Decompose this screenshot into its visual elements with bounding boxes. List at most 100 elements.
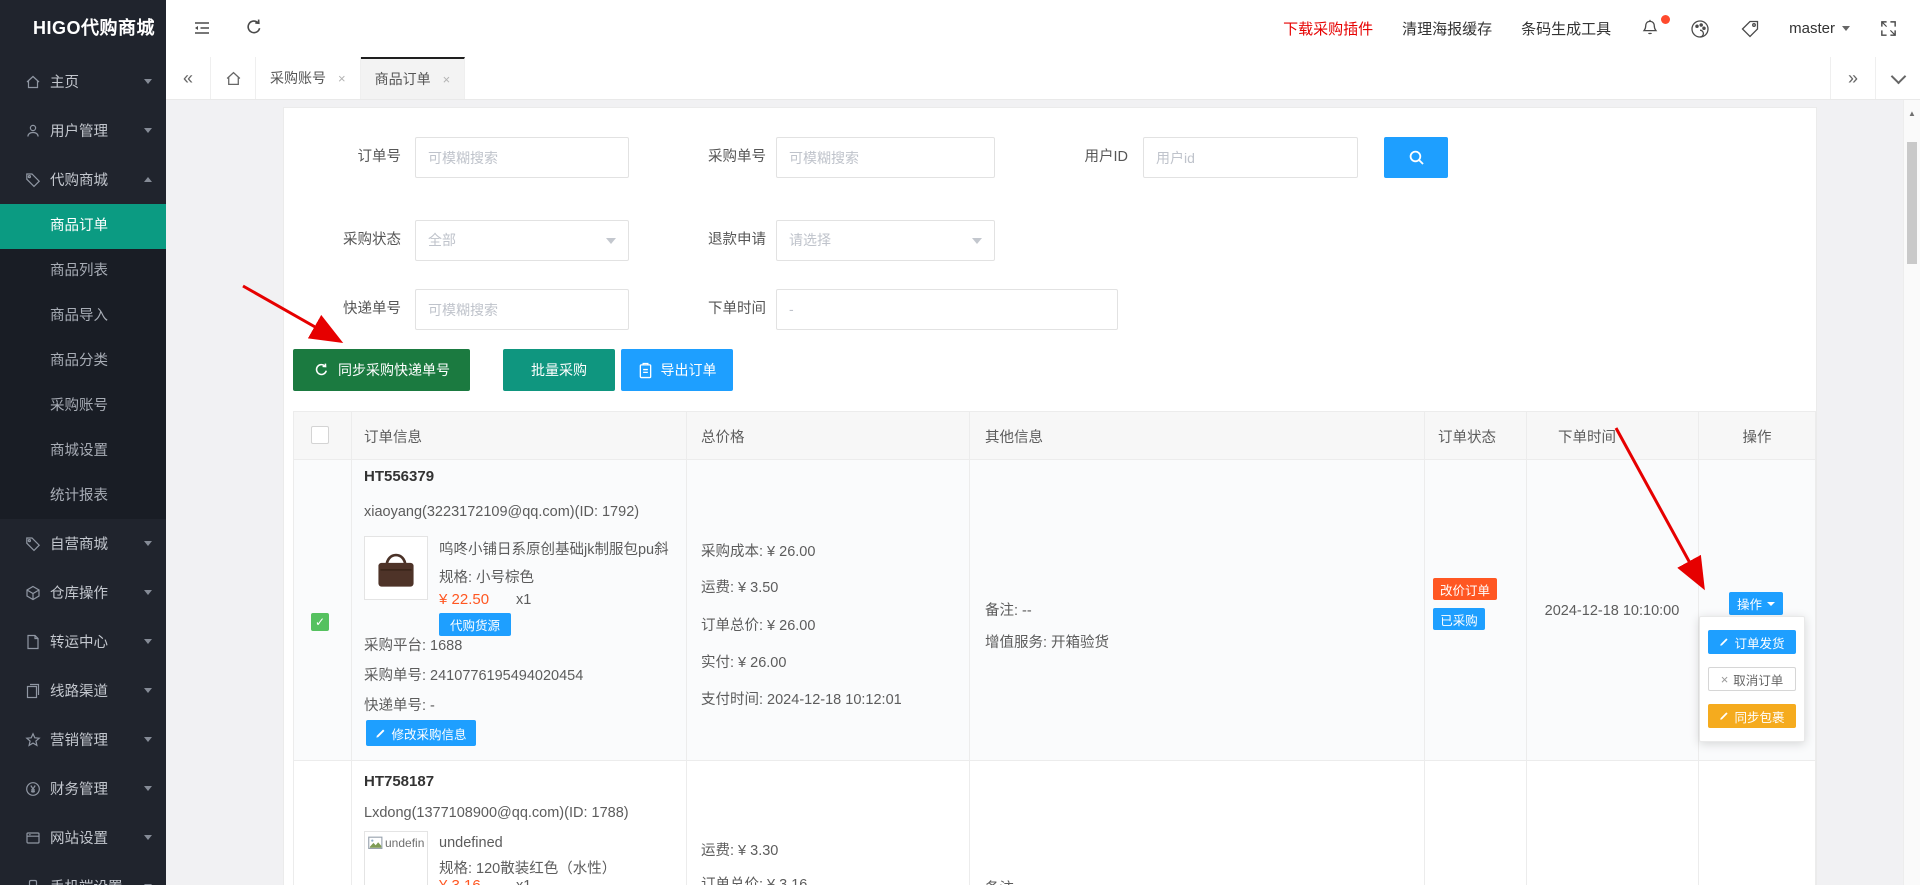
row-action-dropdown-button[interactable]: 操作 <box>1729 592 1783 615</box>
sidebar-item-finance[interactable]: 财务管理 <box>0 764 166 813</box>
order-time-range-input[interactable]: - <box>776 289 1118 330</box>
order-number: HT758187 <box>364 773 435 790</box>
sidebar-item-mall-settings[interactable]: 商城设置 <box>0 429 166 474</box>
sync-express-button[interactable]: 同步采购快递单号 <box>293 349 470 391</box>
sidebar: HIGO代购商城 主页 用户管理 代购商城 商品订单 商品列表 商品导入 商品分… <box>0 0 166 885</box>
chevron-down-icon <box>606 238 616 244</box>
export-orders-button[interactable]: 导出订单 <box>621 349 733 391</box>
close-icon[interactable]: × <box>443 72 451 87</box>
tab-label: 采购账号 <box>270 70 326 86</box>
sidebar-item-mobile-settings[interactable]: 手机端设置 <box>0 862 166 885</box>
chevron-down-icon <box>144 79 152 84</box>
batch-purchase-button[interactable]: 批量采购 <box>503 349 615 391</box>
price-line: 运费: ¥ 3.30 <box>701 843 779 859</box>
sidebar-item-transit-center[interactable]: 转运中心 <box>0 617 166 666</box>
action-dropdown-menu: 订单发货 × 取消订单 同步包裹 <box>1699 616 1805 742</box>
sidebar-item-users[interactable]: 用户管理 <box>0 106 166 155</box>
clear-poster-cache-link[interactable]: 清理海报缓存 <box>1402 18 1492 39</box>
chevron-down-icon <box>1767 601 1775 606</box>
tag-icon <box>26 172 41 187</box>
order-no-input[interactable] <box>415 137 629 178</box>
product-image <box>364 536 428 600</box>
scrollbar-thumb[interactable] <box>1907 142 1917 264</box>
sidebar-item-warehouse[interactable]: 仓库操作 <box>0 568 166 617</box>
button-label: 修改采购信息 <box>391 727 467 742</box>
tab-home[interactable] <box>211 57 256 99</box>
table-border <box>293 459 1816 460</box>
purchase-no-label: 采购单号 <box>708 149 766 165</box>
sidebar-item-routes[interactable]: 线路渠道 <box>0 666 166 715</box>
menu-item-ship-order[interactable]: 订单发货 <box>1708 630 1796 654</box>
purchase-no-input[interactable] <box>776 137 995 178</box>
tag-icon[interactable] <box>1740 19 1760 39</box>
table-border <box>1815 411 1816 885</box>
table-border <box>293 411 294 885</box>
order-no-label: 订单号 <box>357 149 402 165</box>
row-checkbox[interactable]: ✓ <box>311 613 329 631</box>
select-value: 请选择 <box>789 232 831 248</box>
fullscreen-icon[interactable] <box>1879 19 1898 38</box>
tabs-menu-button[interactable] <box>1875 57 1920 99</box>
tab-purchase-accounts[interactable]: 采购账号 × <box>256 57 361 99</box>
broken-image-alt-text: undefin <box>385 836 425 850</box>
topbar-right: 下载采购插件 清理海报缓存 条码生成工具 master <box>1283 0 1898 57</box>
sidebar-item-product-category[interactable]: 商品分类 <box>0 339 166 384</box>
sidebar-item-home[interactable]: 主页 <box>0 57 166 106</box>
price-line: 实付: ¥ 26.00 <box>701 655 787 671</box>
col-header-order-time: 下单时间 <box>1558 430 1616 446</box>
sidebar-item-product-orders[interactable]: 商品订单 <box>0 204 166 249</box>
purchase-status-select[interactable]: 全部 <box>415 220 629 261</box>
search-button[interactable] <box>1384 137 1448 178</box>
vertical-scrollbar: ▲ <box>1903 100 1920 885</box>
home-icon <box>226 71 240 85</box>
tab-product-orders[interactable]: 商品订单 × <box>360 57 466 99</box>
theme-palette-icon[interactable] <box>1689 18 1711 40</box>
download-plugin-link[interactable]: 下载采购插件 <box>1283 18 1373 39</box>
tabbar: « 采购账号 × 商品订单 × » <box>166 57 1920 100</box>
refund-select[interactable]: 请选择 <box>776 220 995 261</box>
tabs-collapse-left-button[interactable]: « <box>166 57 211 99</box>
sidebar-item-product-import[interactable]: 商品导入 <box>0 294 166 339</box>
price-line: 订单总价: ¥ 26.00 <box>701 618 816 634</box>
scrollbar-up-arrow[interactable]: ▲ <box>1908 109 1916 118</box>
order-user: xiaoyang(3223172109@qq.com)(ID: 1792) <box>364 504 640 520</box>
user-id-input[interactable] <box>1143 137 1358 178</box>
refresh-icon[interactable] <box>244 18 264 38</box>
notification-bell-icon[interactable] <box>1640 14 1671 40</box>
express-number: 快递单号: - <box>364 698 435 714</box>
product-qty: x1 <box>516 592 532 608</box>
chevron-down-icon <box>144 688 152 693</box>
tag-icon <box>26 536 41 551</box>
handbag-image <box>378 553 414 587</box>
product-qty: x1 <box>516 878 531 885</box>
select-all-checkbox[interactable] <box>311 426 329 444</box>
menu-item-sync-package[interactable]: 同步包裹 <box>1708 704 1796 728</box>
chevron-down-icon <box>972 238 982 244</box>
browser-icon <box>26 831 40 844</box>
sidebar-item-self-mall[interactable]: 自营商城 <box>0 519 166 568</box>
chevron-down-icon <box>1842 26 1850 31</box>
edit-purchase-info-button[interactable]: 修改采购信息 <box>366 720 476 746</box>
account-menu[interactable]: master <box>1789 20 1850 37</box>
tabs-scroll-right-button[interactable]: » <box>1830 57 1875 99</box>
sidebar-item-daigou-mall[interactable]: 代购商城 <box>0 155 166 204</box>
user-id-label: 用户ID <box>1084 149 1129 165</box>
menu-item-cancel-order[interactable]: × 取消订单 <box>1708 667 1796 691</box>
sidebar-item-site-settings[interactable]: 网站设置 <box>0 813 166 862</box>
pencil-icon <box>1720 638 1729 646</box>
sidebar-item-statistics[interactable]: 统计报表 <box>0 474 166 519</box>
product-image-broken: undefin <box>364 831 428 885</box>
value-service-line: 增值服务: 开箱验货 <box>985 635 1110 651</box>
date-range-value: - <box>789 301 794 317</box>
chevron-down-icon <box>144 639 152 644</box>
barcode-tool-link[interactable]: 条码生成工具 <box>1521 18 1611 39</box>
express-no-input[interactable] <box>415 289 629 330</box>
sidebar-item-purchase-accounts[interactable]: 采购账号 <box>0 384 166 429</box>
sidebar-item-marketing[interactable]: 营销管理 <box>0 715 166 764</box>
chevron-down-icon <box>144 128 152 133</box>
sidebar-item-product-list[interactable]: 商品列表 <box>0 249 166 294</box>
close-icon[interactable]: × <box>338 71 346 86</box>
order-user: Lxdong(1377108900@qq.com)(ID: 1788) <box>364 805 629 821</box>
tab-label: 商品订单 <box>374 71 431 87</box>
menu-fold-icon[interactable] <box>192 18 212 38</box>
